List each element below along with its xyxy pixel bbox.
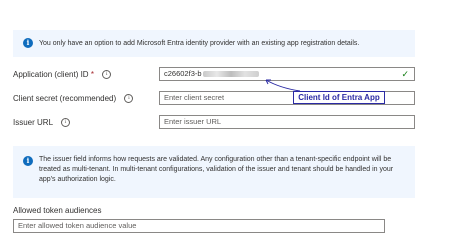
issuer-info-bar: i The issuer field informs how requests … (13, 146, 415, 198)
client-secret-label: Client secret (recommended) i (13, 94, 134, 104)
help-icon[interactable]: i (60, 118, 70, 128)
issuer-url-input[interactable]: Enter issuer URL (159, 115, 415, 129)
allowed-audiences-placeholder: Enter allowed token audience value (18, 221, 137, 230)
help-icon[interactable]: i (124, 94, 134, 104)
issuer-url-placeholder: Enter issuer URL (164, 117, 222, 126)
info-message-bar: i You only have an option to add Microso… (13, 30, 415, 57)
client-id-label: Application (client) ID * i (13, 70, 112, 80)
info-message-text: You only have an option to add Microsoft… (39, 40, 360, 47)
entra-identity-provider-form: i You only have an option to add Microso… (0, 0, 474, 244)
allowed-audiences-input[interactable]: Enter allowed token audience value (13, 219, 385, 233)
allowed-audiences-label-text: Allowed token audiences (13, 206, 102, 215)
info-icon: i (23, 156, 33, 166)
allowed-audiences-label: Allowed token audiences (13, 206, 102, 215)
client-secret-placeholder: Enter client secret (164, 93, 225, 102)
redacted-value (202, 71, 259, 78)
client-id-value: c26602f3-b (164, 69, 202, 78)
client-id-input[interactable]: c26602f3-b ✓ (159, 67, 415, 81)
issuer-url-label-text: Issuer URL (13, 118, 53, 127)
issuer-url-label: Issuer URL i (13, 118, 70, 128)
info-icon: i (23, 38, 33, 48)
help-icon[interactable]: i (102, 70, 112, 80)
required-indicator: * (90, 70, 94, 79)
issuer-info-text: The issuer field informs how requests ar… (39, 156, 394, 183)
annotation-callout: Client Id of Entra App (293, 91, 385, 104)
client-id-label-text: Application (client) ID (13, 70, 89, 79)
client-secret-label-text: Client secret (recommended) (13, 94, 117, 103)
check-icon: ✓ (401, 69, 409, 79)
